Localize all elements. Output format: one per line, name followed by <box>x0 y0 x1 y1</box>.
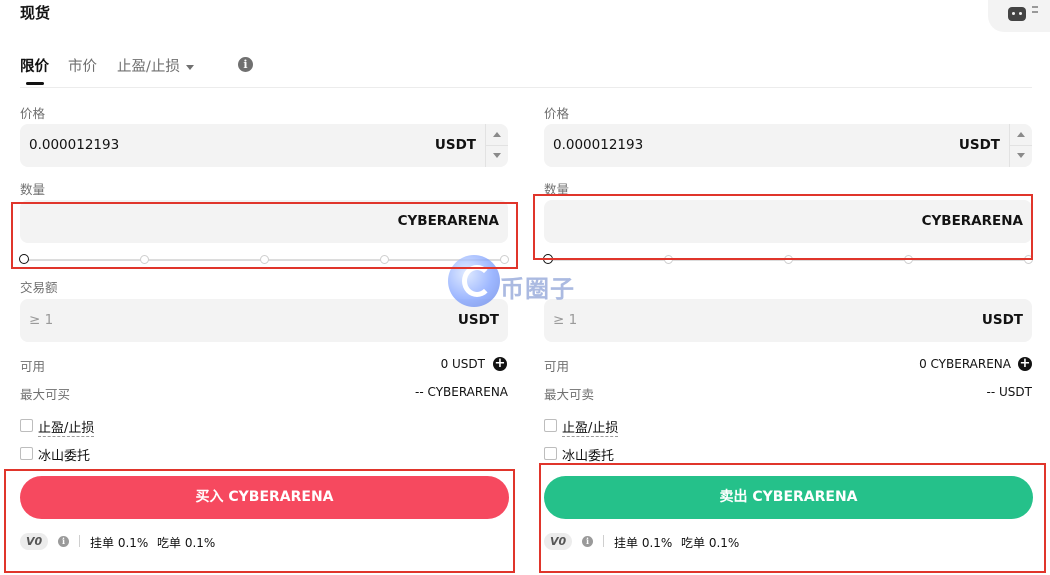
tab-tpsl[interactable]: 止盈/止损 <box>117 55 194 76</box>
tab-tpsl-label: 止盈/止损 <box>117 59 180 75</box>
arrow-up-icon[interactable] <box>1017 132 1025 137</box>
buy-price-input[interactable]: 0.000012193 USDT <box>20 124 508 167</box>
buy-total-label: 交易额 <box>20 280 58 295</box>
caret-down-icon <box>185 64 194 70</box>
buy-price-value: 0.000012193 <box>29 137 120 153</box>
highlight-box-sell-button <box>539 463 1046 573</box>
sell-price-input[interactable]: 0.000012193 USDT <box>544 124 1032 167</box>
sell-total-input[interactable]: ≥ 1 USDT <box>544 299 1032 342</box>
active-tab-indicator <box>26 82 44 85</box>
buy-available-label: 可用 <box>20 359 46 374</box>
info-icon[interactable]: i <box>238 57 253 72</box>
sell-total-unit: USDT <box>981 312 1023 328</box>
stepper-divider <box>1010 145 1032 146</box>
stepper-divider <box>486 145 508 146</box>
sell-price-unit: USDT <box>958 137 1000 153</box>
tab-limit[interactable]: 限价 <box>20 55 49 76</box>
sell-price-stepper[interactable] <box>1009 124 1032 167</box>
sell-iceberg-label[interactable]: 冰山委托 <box>562 445 614 464</box>
buy-price-label: 价格 <box>20 106 46 121</box>
sell-tpsl-checkbox[interactable] <box>544 419 557 432</box>
robot-icon <box>1008 7 1026 21</box>
tabs-divider <box>20 87 1032 88</box>
highlight-box-sell-amount <box>533 194 1033 260</box>
buy-total-input[interactable]: ≥ 1 USDT <box>20 299 508 342</box>
arrow-down-icon[interactable] <box>493 153 501 158</box>
sell-iceberg-checkbox[interactable] <box>544 447 557 460</box>
sell-tpsl-label[interactable]: 止盈/止损 <box>562 417 619 437</box>
buy-price-stepper[interactable] <box>485 124 508 167</box>
sell-price-label: 价格 <box>544 106 570 121</box>
buy-tpsl-checkbox[interactable] <box>20 419 33 432</box>
buy-total-placeholder: ≥ 1 <box>29 312 54 328</box>
sell-available-value: 0 CYBERARENA <box>919 357 1011 371</box>
menu-icon <box>1032 6 1038 8</box>
tab-market[interactable]: 市价 <box>68 55 97 76</box>
plus-circle-icon[interactable]: + <box>493 357 507 371</box>
robot-button[interactable] <box>988 0 1050 32</box>
sell-price-value: 0.000012193 <box>553 137 644 153</box>
buy-iceberg-checkbox[interactable] <box>20 447 33 460</box>
buy-max-value: -- CYBERARENA <box>415 385 508 399</box>
arrow-down-icon[interactable] <box>1017 153 1025 158</box>
buy-max-label: 最大可买 <box>20 387 71 402</box>
sell-available-label: 可用 <box>544 359 570 374</box>
buy-amount-label: 数量 <box>20 182 46 197</box>
highlight-box-buy-button <box>4 469 515 573</box>
page-title: 现货 <box>20 4 51 22</box>
arrow-up-icon[interactable] <box>493 132 501 137</box>
highlight-box-buy-amount <box>11 202 518 269</box>
buy-iceberg-label[interactable]: 冰山委托 <box>38 445 90 464</box>
sell-max-label: 最大可卖 <box>544 387 595 402</box>
watermark-text: 币圈子 <box>500 275 575 303</box>
plus-circle-icon[interactable]: + <box>1018 357 1032 371</box>
buy-price-unit: USDT <box>434 137 476 153</box>
sell-max-value: -- USDT <box>986 385 1032 399</box>
buy-tpsl-label[interactable]: 止盈/止损 <box>38 417 95 437</box>
buy-available-value: 0 USDT <box>440 357 485 371</box>
